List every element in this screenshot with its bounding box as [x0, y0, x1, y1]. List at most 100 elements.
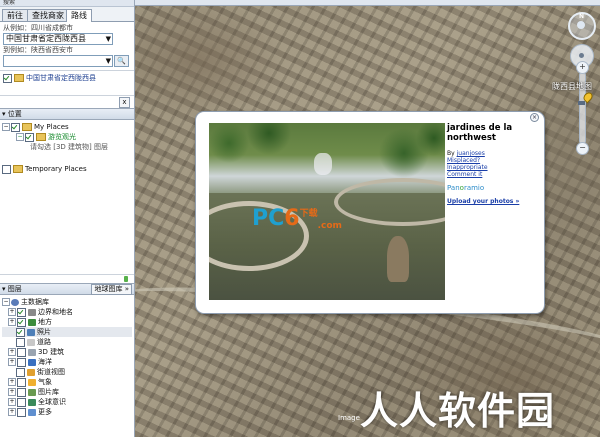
imagery-credit: Image — [338, 414, 360, 422]
close-icon[interactable]: × — [530, 113, 539, 122]
expand-icon[interactable]: + — [8, 378, 16, 386]
tree-label: 游览观光 — [48, 133, 76, 141]
globe-icon — [11, 298, 19, 306]
eye-icon[interactable] — [577, 21, 585, 29]
chevron-down-icon[interactable]: ▼ — [106, 56, 111, 66]
road-icon — [27, 338, 35, 346]
layer-row[interactable]: 道路 — [2, 337, 132, 347]
misplaced-link[interactable]: Misplaced? — [447, 157, 537, 164]
layer-row[interactable]: − 主数据库 — [2, 297, 132, 307]
comment-link[interactable]: Comment it — [447, 171, 537, 178]
layers-header[interactable]: ▾ 图层 地球图库 » — [0, 283, 134, 295]
layer-label: 图片库 — [38, 388, 59, 396]
inappropriate-link[interactable]: Inappropriate — [447, 164, 537, 171]
search-results: 中国甘肃省定西陇西县 — [0, 70, 134, 95]
panel-resize-bar[interactable] — [0, 274, 134, 283]
expand-icon[interactable]: + — [8, 358, 16, 366]
layer-label: 道路 — [37, 338, 51, 346]
layer-label: 地方 — [38, 318, 52, 326]
layer-row[interactable]: + 边界和地名 — [2, 307, 132, 317]
to-field[interactable]: ▼ 🔍 — [3, 55, 129, 67]
expand-icon[interactable]: + — [8, 388, 16, 396]
photo-author-line: By juanjoses — [447, 150, 537, 157]
panoramio-logo[interactable]: Panoramio — [447, 184, 537, 192]
expand-icon[interactable]: − — [2, 123, 10, 131]
layer-row[interactable]: + 全球意识 — [2, 397, 132, 407]
photo-statue — [387, 236, 409, 282]
zoom-slider-thumb[interactable] — [578, 101, 585, 105]
tab-fly-to[interactable]: 前往 — [2, 9, 28, 21]
folder-icon — [36, 133, 46, 141]
layer-checkbox[interactable] — [16, 327, 25, 337]
layer-checkbox[interactable] — [17, 387, 26, 397]
scroll-handle[interactable] — [124, 276, 128, 282]
search-icon: 🔍 — [117, 57, 126, 65]
expand-icon[interactable]: + — [8, 318, 16, 326]
tab-directions[interactable]: 路线 — [66, 9, 92, 22]
layer-checkbox[interactable] — [17, 317, 26, 327]
layer-label: 3D 建筑 — [38, 348, 65, 356]
tree-checkbox[interactable] — [11, 122, 20, 132]
from-hint: 从例如：四川省成都市 — [3, 24, 73, 32]
navigation-controls: N + − — [568, 12, 596, 155]
author-link[interactable]: juanjoses — [457, 150, 485, 157]
layers-tree: − 主数据库 + 边界和地名 + 地方 照片 道路 +3D 建筑 + 海洋 街道视图 +… — [0, 295, 134, 419]
tab-find-business[interactable]: 查找商家 — [27, 9, 69, 21]
tree-label: Temporary Places — [25, 165, 87, 173]
layer-checkbox[interactable] — [17, 357, 26, 367]
layer-row[interactable]: + 地方 — [2, 317, 132, 327]
search-button[interactable]: 🔍 — [114, 55, 129, 67]
layer-row[interactable]: + 更多 — [2, 407, 132, 417]
tree-item-my-places[interactable]: − My Places — [2, 122, 132, 132]
tree-item-temporary-places[interactable]: Temporary Places — [2, 164, 132, 174]
zoom-out-icon[interactable]: − — [576, 142, 589, 155]
by-label: By — [447, 150, 455, 157]
photo-title: jardines de la northwest — [447, 123, 513, 143]
close-results-button[interactable]: x — [119, 97, 130, 108]
layer-checkbox[interactable] — [17, 397, 26, 407]
photo-image[interactable]: PC6下载.com — [209, 123, 445, 300]
layer-checkbox[interactable] — [16, 337, 25, 347]
collapse-icon[interactable]: ▾ — [2, 110, 6, 118]
layer-label: 气象 — [38, 378, 52, 386]
layer-row[interactable]: 街道视图 — [2, 367, 132, 377]
layer-row[interactable]: 照片 — [2, 327, 132, 337]
layer-row[interactable]: + 气象 — [2, 377, 132, 387]
photo-info: jardines de la northwest By juanjoses Mi… — [447, 123, 537, 205]
tree-item-sightseeing[interactable]: − 游览观光 — [2, 132, 132, 142]
from-field-value: 中国甘肃省定西陇西县 — [6, 34, 86, 43]
north-label: N — [579, 13, 585, 20]
expand-icon[interactable]: − — [16, 133, 24, 141]
layer-label: 更多 — [38, 408, 52, 416]
layer-checkbox[interactable] — [16, 367, 25, 377]
layer-row[interactable]: +3D 建筑 — [2, 347, 132, 357]
map-place-label: 陇西县地图 — [552, 82, 592, 91]
tree-checkbox[interactable] — [25, 132, 34, 142]
expand-icon[interactable]: + — [8, 398, 16, 406]
expand-icon[interactable]: + — [8, 308, 16, 316]
layer-row[interactable]: + 图片库 — [2, 387, 132, 397]
layer-checkbox[interactable] — [17, 377, 26, 387]
layer-row[interactable]: + 海洋 — [2, 357, 132, 367]
earth-gallery-button[interactable]: 地球图库 » — [91, 284, 132, 295]
chevron-down-icon[interactable]: ▼ — [106, 34, 111, 44]
compass-ring[interactable]: N — [568, 12, 596, 40]
tree-label: My Places — [34, 123, 69, 131]
expand-icon[interactable]: − — [2, 298, 10, 306]
layer-checkbox[interactable] — [17, 307, 26, 317]
weather-icon — [28, 378, 36, 386]
zoom-in-icon[interactable]: + — [576, 61, 589, 74]
layer-checkbox[interactable] — [17, 407, 26, 417]
upload-photos-link[interactable]: Upload your photos » — [447, 198, 537, 205]
expand-icon[interactable]: + — [8, 348, 16, 356]
result-checkbox[interactable] — [3, 73, 12, 83]
search-tabs: 前往 查找商家 路线 — [0, 7, 134, 22]
layer-checkbox[interactable] — [17, 347, 26, 357]
places-header[interactable]: ▾ 位置 — [0, 108, 134, 120]
map-toolbar — [135, 0, 600, 6]
list-item[interactable]: 中国甘肃省定西陇西县 — [3, 73, 131, 83]
from-field[interactable]: 中国甘肃省定西陇西县 ▼ — [3, 33, 113, 45]
tree-checkbox[interactable] — [2, 164, 11, 174]
expand-icon[interactable]: + — [8, 408, 16, 416]
collapse-icon[interactable]: ▾ — [2, 285, 6, 293]
